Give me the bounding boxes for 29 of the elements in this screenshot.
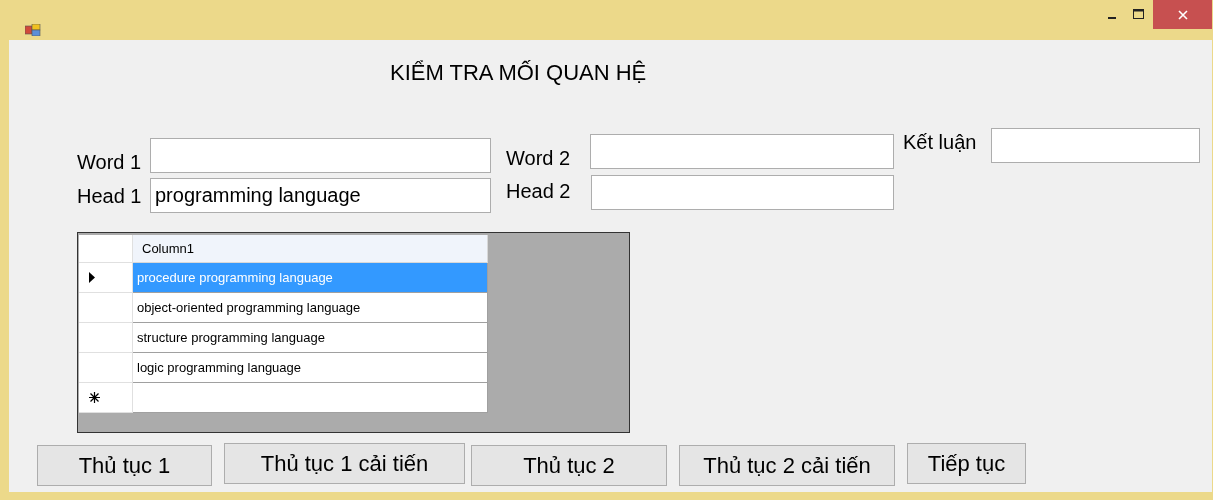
row-header[interactable] [79,263,133,293]
action-button[interactable]: Thủ tục 2 [471,445,667,486]
form-title: KIỂM TRA MỐI QUAN HỆ [390,59,647,87]
field-label: Kết luận [903,130,978,155]
row-header[interactable] [79,383,133,413]
field-label: Head 2 [506,178,572,204]
text-field[interactable] [591,175,894,210]
action-button[interactable]: Thủ tục 2 cải tiến [679,445,895,486]
close-icon [1177,9,1188,20]
action-button[interactable]: Thủ tục 1 cải tiến [224,443,465,484]
maximize-icon [1132,9,1144,19]
grid-cell[interactable]: object-oriented programming language [133,293,488,323]
header-corner [79,235,133,263]
field-label: Head 1 [77,183,143,209]
text-field[interactable]: programming language [150,178,491,213]
text-field[interactable] [590,134,894,169]
column-header[interactable]: Column1 [133,235,488,263]
asterisk-icon [89,392,100,403]
grid-cell[interactable]: structure programming language [133,323,488,353]
field-label: Word 2 [506,146,572,171]
action-button[interactable]: Tiếp tục [907,443,1026,484]
grid-cell[interactable] [133,383,488,413]
app-icon [25,24,41,36]
text-field[interactable] [991,127,1200,163]
field-label: Word 1 [77,150,143,175]
text-field[interactable] [150,138,491,173]
grid-cell[interactable]: logic programming language [133,353,488,383]
minimize-icon [1108,17,1116,19]
action-button[interactable]: Thủ tục 1 [37,445,212,486]
